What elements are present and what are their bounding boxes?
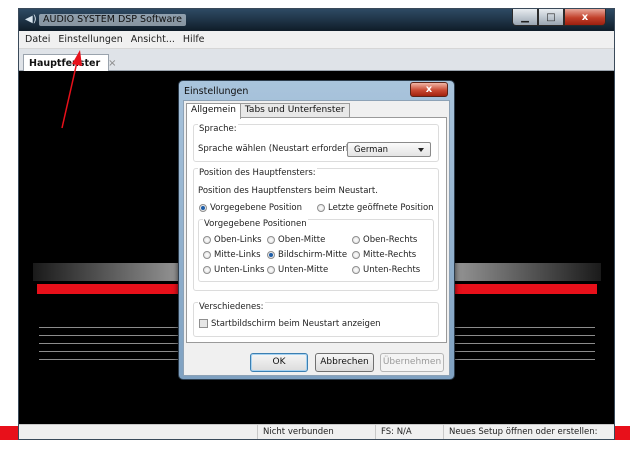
radio-letzte-position-label: Letzte geöffnete Position xyxy=(328,203,434,213)
radio-oben-mitte[interactable] xyxy=(267,236,275,244)
radio-bildschirm-mitte[interactable] xyxy=(267,251,275,259)
language-group-title: Sprache: xyxy=(198,124,238,134)
dialog-tabs: Allgemein Tabs und Unterfenster xyxy=(186,103,350,119)
language-label: Sprache wählen (Neustart erforderlich): xyxy=(198,144,367,154)
tab-tabs-und-unterfenster[interactable]: Tabs und Unterfenster xyxy=(239,103,350,118)
startup-screen-label: Startbildschirm beim Neustart anzeigen xyxy=(211,319,381,329)
radio-unten-rechts-label: Unten-Rechts xyxy=(363,265,421,275)
preset-positions-group: Vorgegebene Positionen Oben-Links Oben-M… xyxy=(198,219,434,282)
radio-mitte-rechts[interactable] xyxy=(352,251,360,259)
tab-page-allgemein: Sprache: Sprache wählen (Neustart erford… xyxy=(186,117,447,343)
radio-mitte-rechts-label: Mitte-Rechts xyxy=(363,250,417,260)
radio-oben-rechts-label: Oben-Rechts xyxy=(363,235,418,245)
misc-group-title: Verschiedenes: xyxy=(198,302,265,312)
misc-group: Verschiedenes: Startbildschirm beim Neus… xyxy=(193,302,439,337)
dialog-body: Allgemein Tabs und Unterfenster Sprache:… xyxy=(183,100,450,376)
language-select-value: German xyxy=(354,145,389,155)
startup-screen-checkbox[interactable] xyxy=(199,319,208,328)
radio-unten-mitte-label: Unten-Mitte xyxy=(278,265,329,275)
radio-oben-links-label: Oben-Links xyxy=(214,235,262,245)
radio-mitte-links-label: Mitte-Links xyxy=(214,250,261,260)
dialog-close-button[interactable]: x xyxy=(410,82,448,97)
ok-button[interactable]: OK xyxy=(250,353,308,372)
settings-dialog: Einstellungen x Allgemein Tabs und Unter… xyxy=(178,80,455,380)
radio-oben-links[interactable] xyxy=(203,236,211,244)
radio-unten-rechts[interactable] xyxy=(352,266,360,274)
radio-oben-rechts[interactable] xyxy=(352,236,360,244)
dialog-title: Einstellungen xyxy=(184,86,249,97)
radio-unten-links-label: Unten-Links xyxy=(214,265,265,275)
chevron-down-icon xyxy=(418,148,424,152)
radio-vorgegebene-position[interactable] xyxy=(199,204,207,212)
radio-oben-mitte-label: Oben-Mitte xyxy=(278,235,326,245)
radio-mitte-links[interactable] xyxy=(203,251,211,259)
position-description: Position des Hauptfensters beim Neustart… xyxy=(198,186,378,196)
tab-allgemein[interactable]: Allgemein xyxy=(186,103,241,119)
position-group: Position des Hauptfensters: Position des… xyxy=(193,168,439,291)
language-group: Sprache: Sprache wählen (Neustart erford… xyxy=(193,124,439,162)
radio-unten-mitte[interactable] xyxy=(267,266,275,274)
preset-positions-title: Vorgegebene Positionen xyxy=(203,219,308,229)
language-select[interactable]: German xyxy=(347,142,431,157)
apply-button[interactable]: Übernehmen xyxy=(380,353,444,372)
position-group-title: Position des Hauptfensters: xyxy=(198,168,317,178)
radio-vorgegebene-position-label: Vorgegebene Position xyxy=(210,203,302,213)
cancel-button[interactable]: Abbrechen xyxy=(315,353,374,372)
radio-letzte-position[interactable] xyxy=(317,204,325,212)
radio-bildschirm-mitte-label: Bildschirm-Mitte xyxy=(278,250,348,260)
radio-unten-links[interactable] xyxy=(203,266,211,274)
